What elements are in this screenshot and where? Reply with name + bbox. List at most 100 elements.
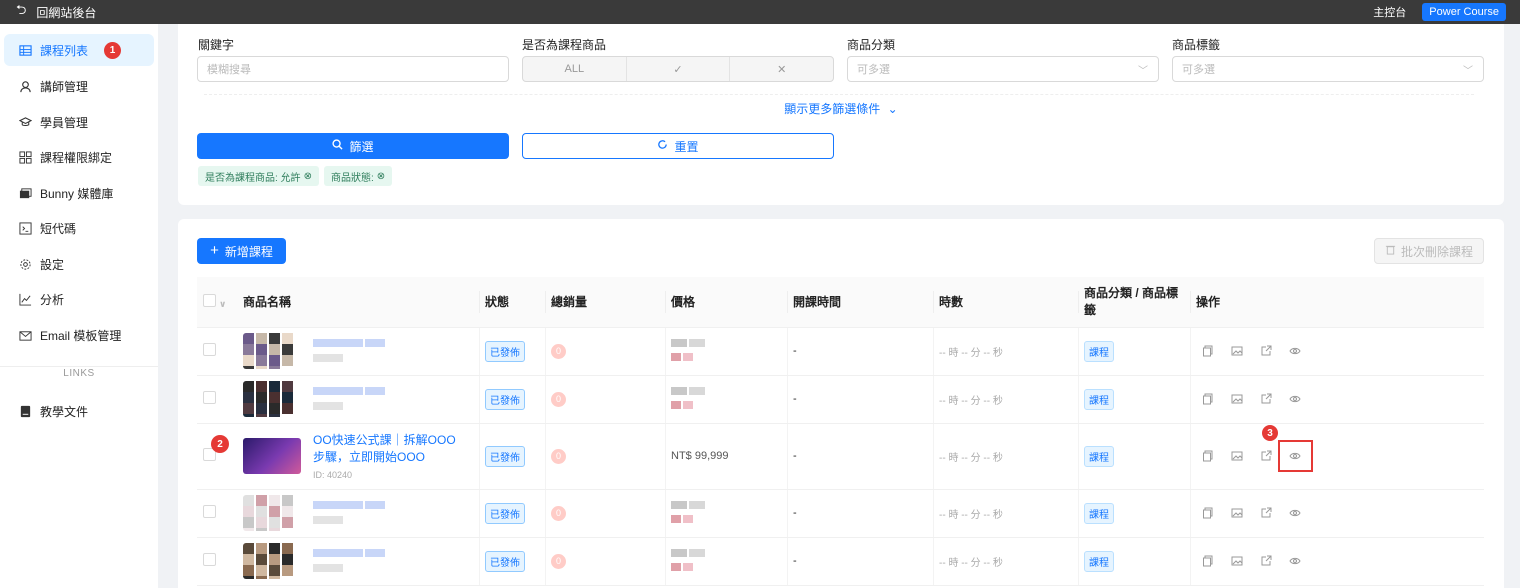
course-thumbnail[interactable] <box>243 333 301 369</box>
blurred-title[interactable] <box>313 338 387 365</box>
copy-icon[interactable] <box>1202 450 1214 462</box>
blurred-title[interactable] <box>313 548 387 575</box>
reset-button-label: 重置 <box>674 139 699 154</box>
sidebar-divider <box>0 366 158 367</box>
image-icon[interactable] <box>1231 507 1243 519</box>
copy-icon[interactable] <box>1202 345 1214 357</box>
sidebar-item-email-templates[interactable]: Email 模板管理 <box>4 319 154 351</box>
duration: -- 時 -- 分 -- 秒 <box>939 557 1003 569</box>
copy-icon[interactable] <box>1202 507 1214 519</box>
sidebar-item-analytics[interactable]: 分析 <box>4 283 154 315</box>
eye-icon[interactable] <box>1289 507 1301 519</box>
column-header-label: 總銷量 <box>551 295 588 310</box>
row-checkbox[interactable] <box>203 553 216 566</box>
table-row[interactable]: 已發佈 0 - -- 時 -- 分 -- 秒 課程 <box>197 327 1484 376</box>
table-row[interactable]: 已發佈 0 - -- 時 -- 分 -- 秒 課程 <box>197 375 1484 424</box>
eye-icon[interactable] <box>1289 345 1301 357</box>
duration-cell: -- 時 -- 分 -- 秒 <box>933 327 1078 376</box>
image-icon[interactable] <box>1231 345 1243 357</box>
sidebar-item-shortcode[interactable]: 短代碼 <box>4 212 154 244</box>
start-time: - <box>793 507 797 519</box>
eye-icon[interactable] <box>1289 555 1301 567</box>
copy-icon[interactable] <box>1202 393 1214 405</box>
search-icon <box>332 139 344 153</box>
column-header-label: 狀態 <box>485 295 510 310</box>
image-icon[interactable] <box>1231 393 1243 405</box>
chevron-down-icon[interactable]: ∨ <box>219 299 226 309</box>
table-icon <box>18 43 32 57</box>
table-row[interactable]: 已發佈 0 - -- 時 -- 分 -- 秒 課程 <box>197 489 1484 538</box>
course-title-link[interactable]: OO快速公式課｜拆解OOO步驟，立即開始OOO <box>313 432 463 466</box>
table-row[interactable]: 已發佈 0 - -- 時 -- 分 -- 秒 課程 <box>197 537 1484 586</box>
course-id: ID: 40240 <box>313 470 353 480</box>
filter-button[interactable]: 篩選 <box>197 133 509 159</box>
dashboard-link[interactable]: 主控台 <box>1373 4 1406 20</box>
sidebar-item-settings[interactable]: 設定 <box>4 248 154 280</box>
image-icon[interactable] <box>1231 450 1243 462</box>
course-thumbnail[interactable] <box>243 495 301 531</box>
blurred-title[interactable] <box>313 386 387 413</box>
tag-select[interactable]: 可多選 ﹀ <box>1172 56 1484 82</box>
filter-chip[interactable]: 商品狀態: ⊗ <box>324 166 393 186</box>
course-list-panel: + 新增課程 批次刪除課程 ∨ 商品名稱 狀態 總銷量 價格 開課時間 時數 商… <box>178 219 1504 588</box>
close-circle-icon[interactable]: ⊗ <box>377 171 385 182</box>
copy-icon[interactable] <box>1202 555 1214 567</box>
eye-icon[interactable] <box>1289 393 1301 405</box>
image-icon[interactable] <box>1231 555 1243 567</box>
status-cell: 已發佈 <box>479 537 545 586</box>
sales-cell: 0 <box>545 489 665 538</box>
sidebar-item-course-list[interactable]: 課程列表 1 <box>4 34 154 66</box>
category-tag[interactable]: 課程 <box>1084 388 1114 410</box>
blurred-title[interactable] <box>313 500 387 527</box>
blurred-price <box>671 548 707 574</box>
tag-placeholder: 可多選 <box>1182 64 1215 76</box>
tag-label: 商品標籤 <box>1172 38 1221 52</box>
row-checkbox[interactable] <box>203 505 216 518</box>
row-checkbox[interactable] <box>203 391 216 404</box>
status-badge: 已發佈 <box>485 388 525 410</box>
external-link-icon[interactable] <box>1260 393 1272 405</box>
category-select[interactable]: 可多選 ﹀ <box>847 56 1159 82</box>
start-time-cell: - <box>787 423 933 490</box>
category-tag[interactable]: 課程 <box>1084 502 1114 524</box>
close-circle-icon[interactable]: ⊗ <box>304 171 312 182</box>
external-link-icon[interactable] <box>1260 345 1272 357</box>
column-header-label: 價格 <box>671 295 696 310</box>
add-course-button[interactable]: + 新增課程 <box>197 238 286 264</box>
segment-all[interactable]: ALL <box>523 57 627 81</box>
actions-cell <box>1190 537 1484 586</box>
filter-chip[interactable]: 是否為課程商品: 允許 ⊗ <box>198 166 319 186</box>
select-all-checkbox[interactable] <box>203 293 216 307</box>
course-thumbnail[interactable] <box>243 381 301 417</box>
segment-yes[interactable]: ✓ <box>627 57 731 81</box>
category-tag[interactable]: 課程 <box>1084 550 1114 572</box>
external-link-icon[interactable] <box>1260 507 1272 519</box>
course-thumbnail[interactable] <box>243 438 301 474</box>
sidebar-item-students[interactable]: 學員管理 <box>4 106 154 138</box>
reset-button[interactable]: 重置 <box>522 133 834 159</box>
row-checkbox[interactable] <box>203 343 216 356</box>
filter-panel: 關鍵字 模糊搜尋 是否為課程商品 ALL ✓ ✕ 商品分類 可多選 ﹀ 商品標籤… <box>178 24 1504 205</box>
duration-cell: -- 時 -- 分 -- 秒 <box>933 375 1078 424</box>
external-link-icon[interactable] <box>1260 555 1272 567</box>
segment-no[interactable]: ✕ <box>730 57 833 81</box>
keyword-input[interactable]: 模糊搜尋 <box>197 56 509 82</box>
show-more-filters-link[interactable]: 顯示更多篩選條件 ⌄ <box>178 100 1504 117</box>
code-icon <box>18 221 32 235</box>
back-to-admin-link[interactable]: ⮌ 回網站後台 <box>0 1 96 23</box>
bulk-delete-button[interactable]: 批次刪除課程 <box>1374 238 1484 264</box>
status-badge: 已發佈 <box>485 502 525 524</box>
product-name-cell <box>237 327 479 376</box>
power-course-button[interactable]: Power Course <box>1422 3 1506 21</box>
category-tag[interactable]: 課程 <box>1084 340 1114 362</box>
column-header: 商品分類 / 商品標籤 <box>1078 277 1190 328</box>
sidebar-item-course-access[interactable]: 課程權限綁定 <box>4 141 154 173</box>
category-label: 商品分類 <box>847 38 896 52</box>
course-thumbnail[interactable] <box>243 543 301 579</box>
sidebar-item-docs[interactable]: 教學文件 <box>4 395 154 427</box>
links-heading: LINKS <box>63 368 95 379</box>
category-tag[interactable]: 課程 <box>1084 445 1114 467</box>
external-link-icon[interactable] <box>1260 450 1272 462</box>
sidebar-item-bunny-media[interactable]: Bunny 媒體庫 <box>4 177 154 209</box>
sidebar-item-instructors[interactable]: 講師管理 <box>4 70 154 102</box>
